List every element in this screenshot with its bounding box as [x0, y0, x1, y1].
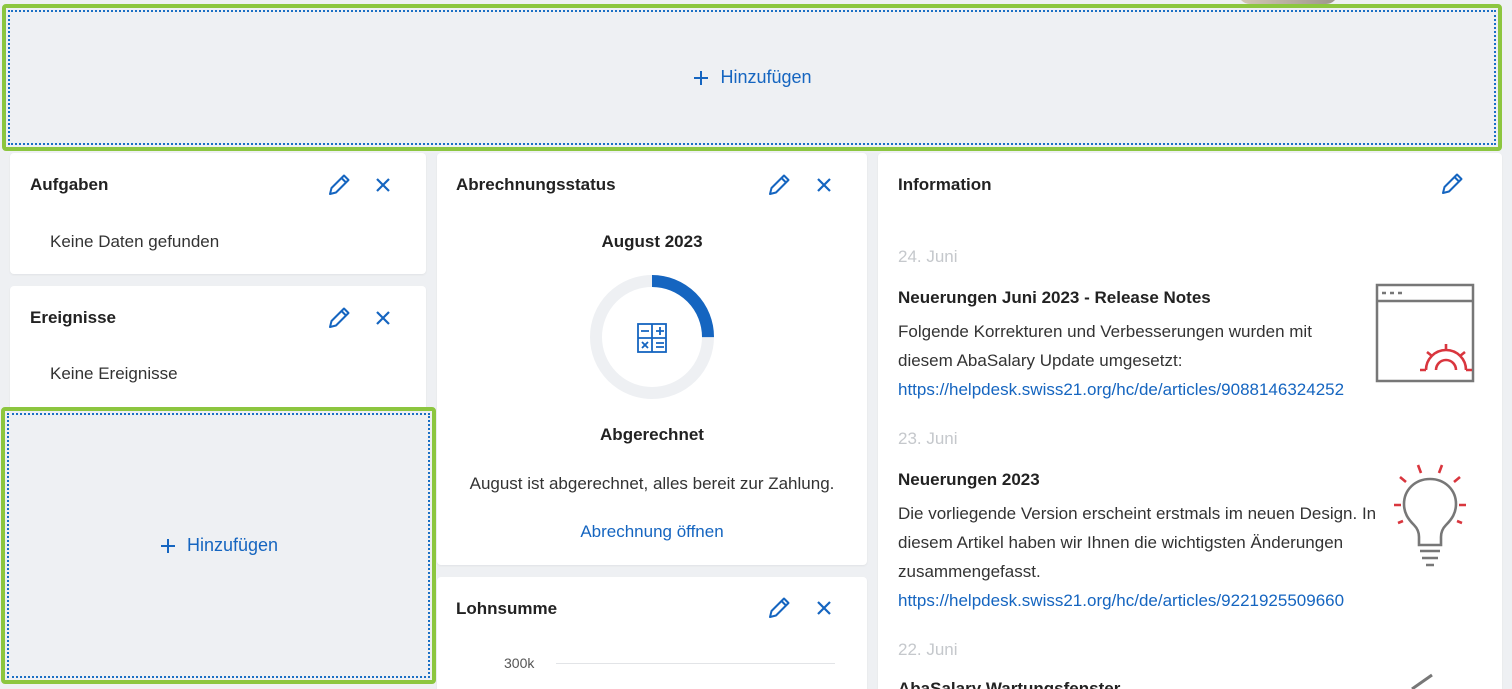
- info-item-1-title[interactable]: Neuerungen Juni 2023 - Release Notes: [898, 288, 1211, 308]
- aufgaben-empty-text: Keine Daten gefunden: [50, 232, 220, 251]
- info-item-1-body-line2: diesem AbaSalary Update umgesetzt:: [898, 351, 1183, 370]
- info-item-2-body-line1: Die vorliegende Version erscheint erstma…: [898, 504, 1377, 523]
- aufgaben-close-button[interactable]: [369, 171, 397, 199]
- lohnsumme-close-button[interactable]: [810, 594, 838, 622]
- left-add-button[interactable]: Hinzufügen: [159, 535, 278, 556]
- information-edit-button[interactable]: [1438, 170, 1466, 198]
- lohnsumme-edit-button[interactable]: [765, 594, 793, 622]
- lohnsumme-gridline: [556, 663, 835, 664]
- top-drop-zone[interactable]: Hinzufügen: [2, 4, 1502, 151]
- abrechnung-close-button[interactable]: [810, 171, 838, 199]
- abrechnung-status: Abgerechnet: [600, 425, 704, 444]
- plus-icon: [160, 538, 175, 553]
- ereignisse-close-button[interactable]: [369, 304, 397, 332]
- info-item-1-date: 24. Juni: [898, 247, 958, 266]
- aufgaben-edit-button[interactable]: [325, 171, 353, 199]
- info-item-3-date: 22. Juni: [898, 640, 958, 659]
- pencil-icon: [329, 307, 350, 328]
- top-drop-zone-inner: Hinzufügen: [8, 10, 1496, 145]
- pencil-icon: [1442, 173, 1463, 194]
- left-drop-zone-inner: Hinzufügen: [7, 413, 430, 678]
- plus-icon: [694, 70, 709, 85]
- abrechnung-card: Abrechnungsstatus August 2023 Abgerechne…: [437, 153, 867, 565]
- info-item-2-date: 23. Juni: [898, 429, 958, 448]
- abrechnung-edit-button[interactable]: [765, 171, 793, 199]
- lohnsumme-y-tick: 300k: [504, 655, 535, 671]
- left-drop-zone[interactable]: Hinzufügen: [1, 407, 436, 684]
- info-item-2-body-line2: diesem Artikel haben wir Ihnen die wicht…: [898, 533, 1344, 552]
- info-item-2-title[interactable]: Neuerungen 2023: [898, 470, 1040, 490]
- lohnsumme-title: Lohnsumme: [456, 599, 558, 618]
- top-add-button[interactable]: Hinzufügen: [692, 67, 812, 88]
- lightbulb-icon: [1394, 464, 1466, 567]
- window-gear-icon: [1375, 283, 1475, 383]
- lohnsumme-card: Lohnsumme 300k: [437, 577, 867, 689]
- abrechnung-open-link[interactable]: Abrechnung öffnen: [437, 522, 867, 542]
- calculator-icon: [637, 323, 667, 353]
- ereignisse-title: Ereignisse: [30, 308, 116, 327]
- aufgaben-card: Aufgaben Keine Daten gefunden: [10, 153, 426, 274]
- abrechnung-title: Abrechnungsstatus: [456, 175, 616, 194]
- aufgaben-title: Aufgaben: [30, 175, 109, 194]
- info-item-3-title[interactable]: AbaSalary Wartungsfenster: [898, 679, 1120, 689]
- close-icon: [817, 601, 831, 615]
- info-item-1-body: Folgende Korrekturen und Verbesserungen …: [898, 317, 1388, 404]
- avatar[interactable]: [1238, 0, 1338, 4]
- info-item-1-body-line1: Folgende Korrekturen und Verbesserungen …: [898, 322, 1312, 341]
- info-item-2-link[interactable]: https://helpdesk.swiss21.org/hc/de/artic…: [898, 586, 1388, 615]
- pencil-icon: [769, 174, 790, 195]
- ereignisse-edit-button[interactable]: [325, 304, 353, 332]
- information-card: Information 24. Juni Neuerungen Juni 202…: [878, 153, 1502, 689]
- abrechnung-message: August ist abgerechnet, alles bereit zur…: [469, 474, 835, 493]
- top-add-label: Hinzufügen: [720, 67, 812, 87]
- information-title: Information: [898, 175, 992, 194]
- pencil-icon: [329, 174, 350, 195]
- abrechnung-progress-ring: [590, 275, 714, 399]
- ereignisse-card: Ereignisse Keine Ereignisse: [10, 286, 426, 416]
- abrechnung-period: August 2023: [601, 232, 703, 251]
- pencil-tip-icon: [1411, 673, 1433, 689]
- close-icon: [817, 178, 831, 192]
- left-add-label: Hinzufügen: [186, 535, 279, 555]
- info-item-2-body: Die vorliegende Version erscheint erstma…: [898, 499, 1388, 615]
- ereignisse-empty-text: Keine Ereignisse: [50, 364, 178, 383]
- close-icon: [376, 311, 390, 325]
- info-item-1-link[interactable]: https://helpdesk.swiss21.org/hc/de/artic…: [898, 375, 1388, 404]
- pencil-icon: [769, 597, 790, 618]
- close-icon: [376, 178, 390, 192]
- info-item-2-body-line3: zusammengefasst.: [898, 562, 1041, 581]
